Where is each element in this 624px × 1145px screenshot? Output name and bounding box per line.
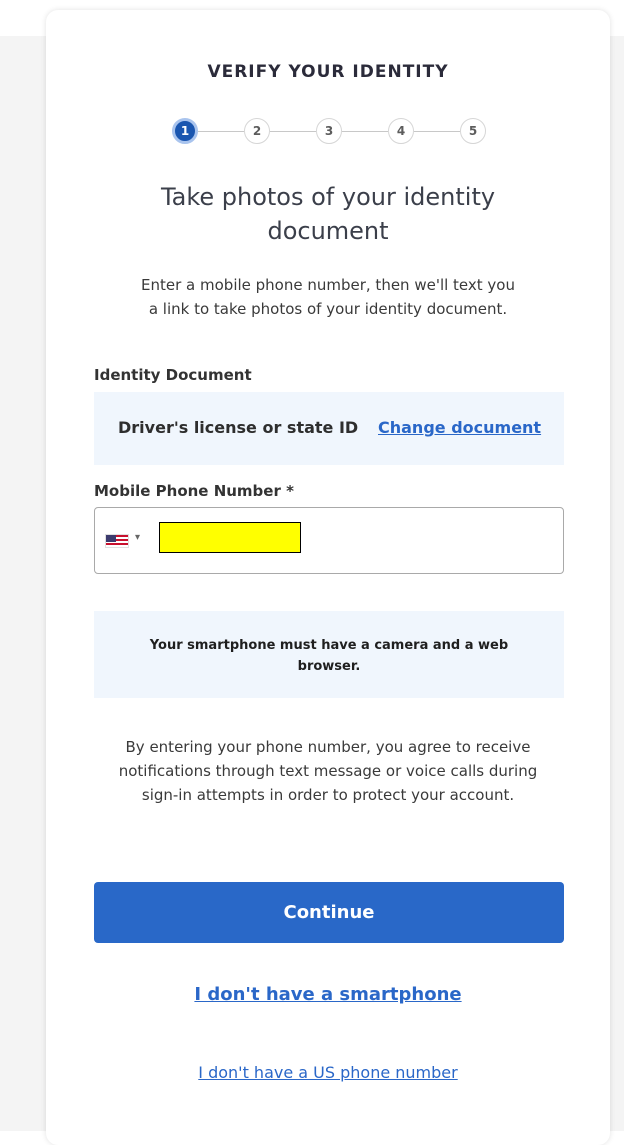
page-background-left [0,36,46,1131]
smartphone-requirement-notice: Your smartphone must have a camera and a… [94,611,564,698]
identity-document-label: Identity Document [94,366,252,384]
step-1: 1 [172,118,198,144]
page-background-right [610,36,624,1131]
stepper-connector [270,131,316,132]
page-title: VERIFY YOUR IDENTITY [207,62,449,82]
step-2: 2 [244,118,270,144]
continue-button[interactable]: Continue [94,882,564,943]
consent-text: By entering your phone number, you agree… [118,738,538,804]
section-heading: Take photos of your identity document [160,183,496,245]
no-smartphone-link[interactable]: I don't have a smartphone [46,984,610,1005]
phone-number-field[interactable]: ▾ [94,507,564,574]
us-flag-icon[interactable] [105,534,129,548]
instructions-text: Enter a mobile phone number, then we'll … [141,276,515,318]
phone-number-label: Mobile Phone Number * [94,482,294,500]
verify-identity-card: VERIFY YOUR IDENTITY 1 2 3 4 5 Take phot… [46,10,610,1145]
identity-document-panel: Driver's license or state ID Change docu… [94,392,564,465]
stepper-connector [414,131,460,132]
change-document-link[interactable]: Change document [378,418,541,437]
caret-down-icon[interactable]: ▾ [135,532,140,543]
redacted-phone-number[interactable] [159,522,301,553]
selected-document: Driver's license or state ID [118,418,359,437]
step-3: 3 [316,118,342,144]
progress-stepper: 1 2 3 4 5 [172,118,492,146]
stepper-connector [342,131,388,132]
smartphone-requirement-text: Your smartphone must have a camera and a… [149,638,509,674]
step-4: 4 [388,118,414,144]
stepper-connector [198,131,244,132]
step-5: 5 [460,118,486,144]
no-us-phone-number-link[interactable]: I don't have a US phone number [46,1063,610,1082]
